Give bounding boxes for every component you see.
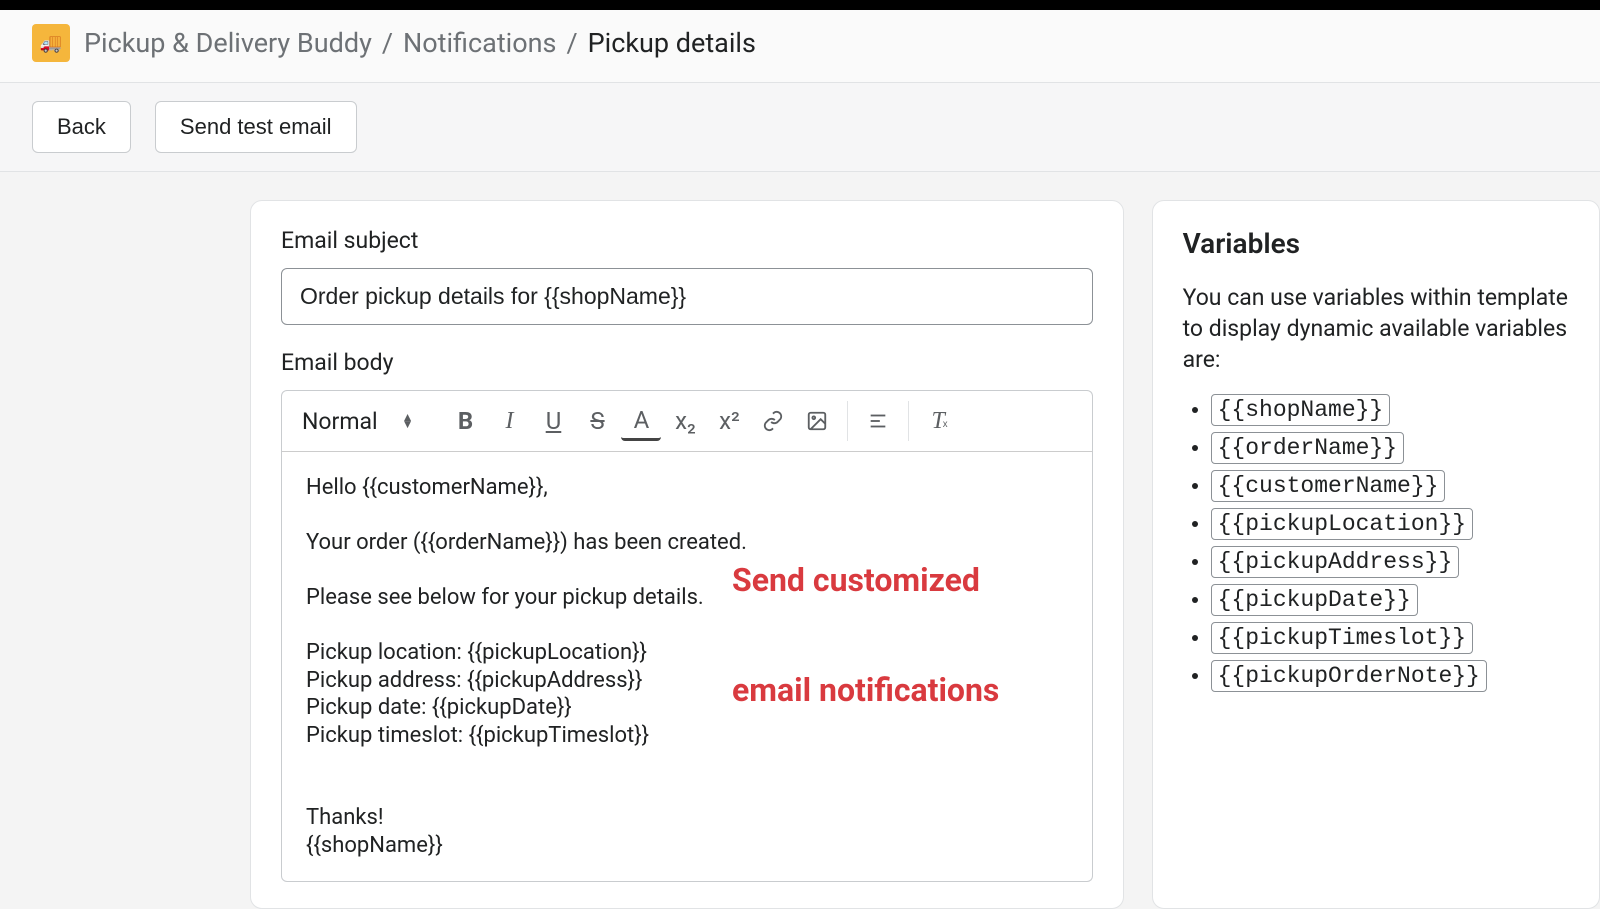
variable-item: {{customerName}}: [1211, 473, 1569, 499]
breadcrumb-separator: /: [382, 27, 393, 59]
email-body-textarea[interactable]: Hello {{customerName}}, Your order ({{or…: [281, 452, 1093, 882]
variable-item: {{pickupAddress}}: [1211, 549, 1569, 575]
breadcrumb-root[interactable]: Pickup & Delivery Buddy: [84, 27, 372, 59]
align-button[interactable]: [858, 401, 898, 441]
link-button[interactable]: [753, 401, 793, 441]
link-icon: [762, 410, 784, 432]
image-icon: [806, 410, 828, 432]
email-body-label: Email body: [281, 349, 1093, 376]
email-subject-label: Email subject: [281, 227, 1093, 254]
email-editor-card: Email subject Email body Normal ▲▼ B I U…: [250, 200, 1124, 909]
align-icon: [867, 410, 889, 432]
strike-button[interactable]: S: [577, 401, 617, 441]
send-test-email-button[interactable]: Send test email: [155, 101, 357, 153]
back-button[interactable]: Back: [32, 101, 131, 153]
variable-item: {{pickupLocation}}: [1211, 511, 1569, 537]
email-subject-input[interactable]: [281, 268, 1093, 325]
variable-item: {{shopName}}: [1211, 397, 1569, 423]
chevron-updown-icon: ▲▼: [402, 414, 414, 428]
image-button[interactable]: [797, 401, 837, 441]
variables-description: You can use variables within template to…: [1183, 282, 1569, 375]
bold-button[interactable]: B: [445, 401, 485, 441]
rich-text-toolbar: Normal ▲▼ B I U S A x₂ x² Tₓ: [281, 390, 1093, 452]
variable-item: {{pickupTimeslot}}: [1211, 625, 1569, 651]
annotation-overlay: Send customized email notifications: [732, 488, 999, 782]
superscript-button[interactable]: x²: [709, 401, 749, 441]
format-dropdown-label: Normal: [302, 408, 378, 435]
subscript-button[interactable]: x₂: [665, 401, 705, 441]
breadcrumb-separator: /: [566, 27, 577, 59]
variable-item: {{pickupDate}}: [1211, 587, 1569, 613]
text-color-button[interactable]: A: [621, 401, 661, 441]
format-dropdown[interactable]: Normal ▲▼: [296, 404, 423, 439]
window-topbar: [0, 0, 1600, 10]
breadcrumb: 🚚 Pickup & Delivery Buddy / Notification…: [0, 10, 1600, 82]
breadcrumb-current: Pickup details: [588, 27, 756, 59]
app-icon: 🚚: [32, 24, 70, 62]
underline-button[interactable]: U: [533, 401, 573, 441]
variables-title: Variables: [1183, 227, 1569, 260]
action-bar: Back Send test email: [0, 82, 1600, 172]
breadcrumb-notifications[interactable]: Notifications: [403, 27, 556, 59]
variables-panel: Variables You can use variables within t…: [1152, 200, 1600, 909]
variables-list: {{shopName}} {{orderName}} {{customerNam…: [1183, 397, 1569, 689]
italic-button[interactable]: I: [489, 401, 529, 441]
clear-format-button[interactable]: Tₓ: [919, 401, 959, 441]
variable-item: {{pickupOrderNote}}: [1211, 663, 1569, 689]
variable-item: {{orderName}}: [1211, 435, 1569, 461]
